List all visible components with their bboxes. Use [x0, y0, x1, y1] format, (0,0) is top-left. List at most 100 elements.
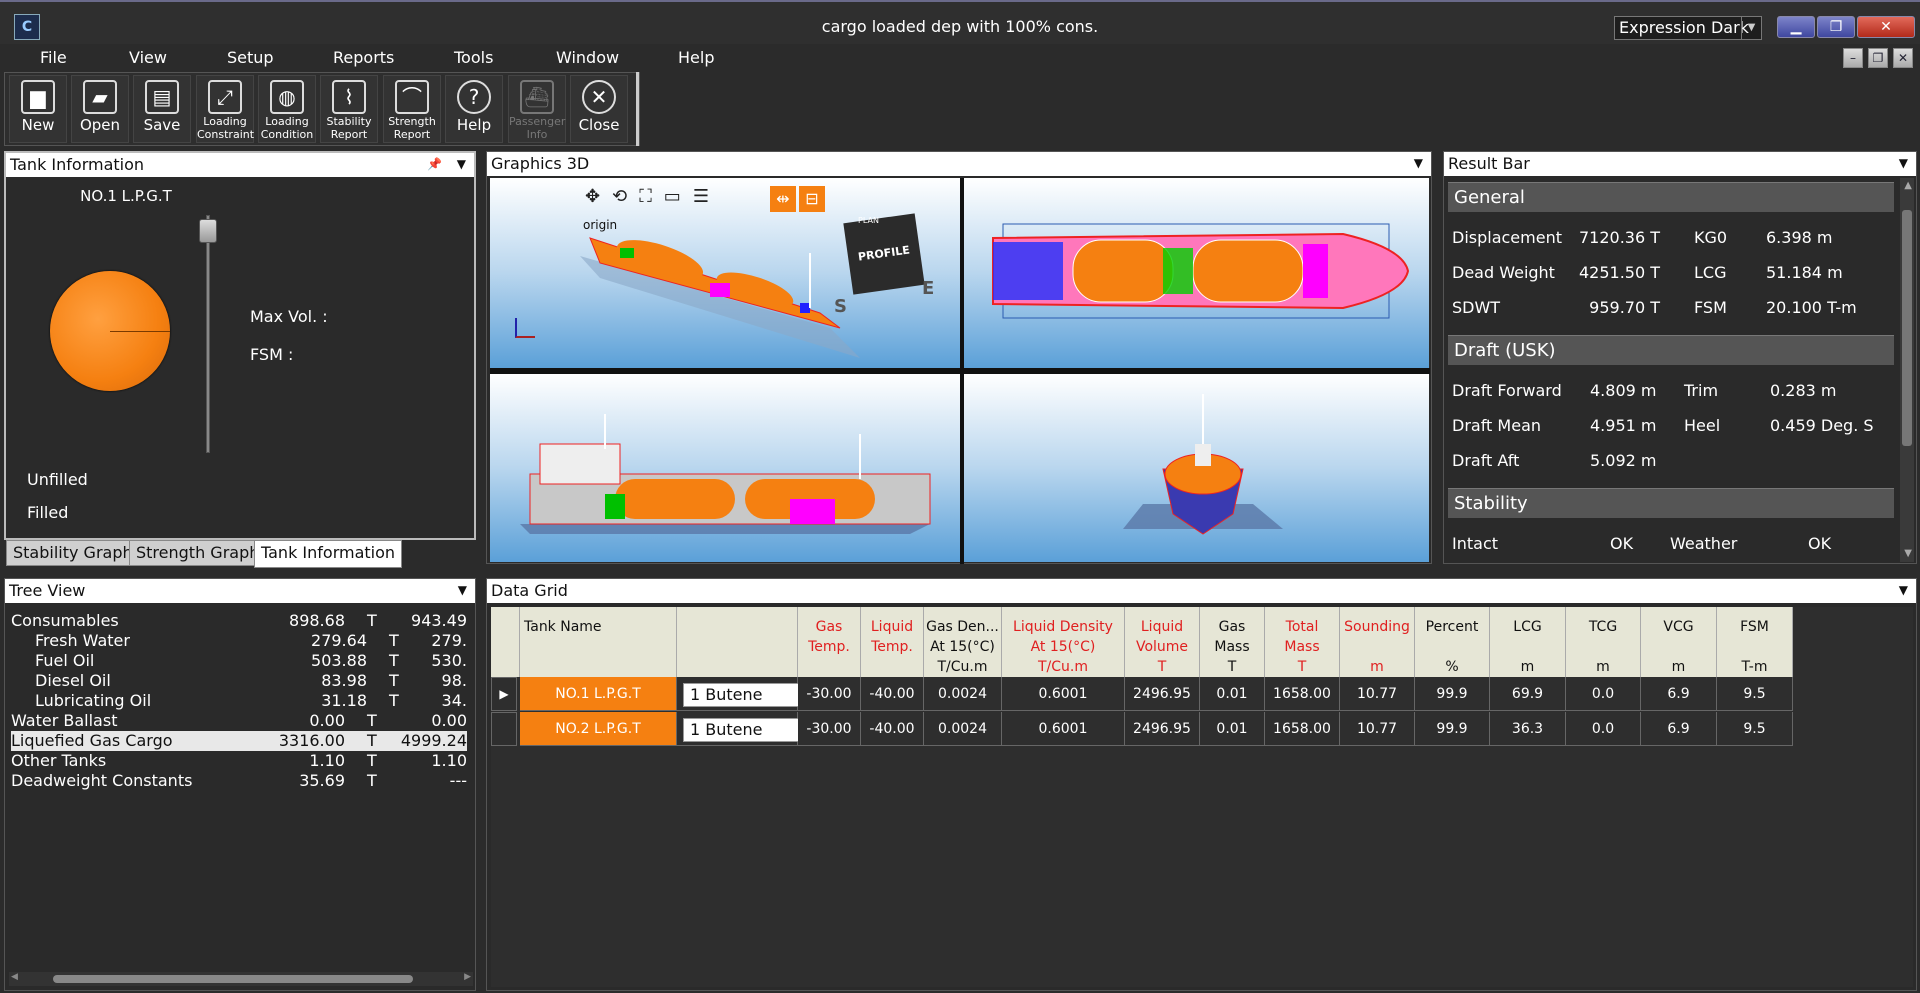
grid-cell[interactable]: 9.5 — [1717, 677, 1793, 711]
tree-item-water-ballast[interactable]: Water Ballast 0.00 T 0.00 — [11, 711, 467, 731]
chevron-down-icon[interactable]: ▼ — [457, 153, 466, 176]
grid-cell[interactable]: 9.5 — [1717, 712, 1793, 746]
tree-item-lubricating-oil[interactable]: Lubricating Oil 31.18 T 34. — [11, 691, 467, 711]
grid-column-header[interactable]: Percent % — [1415, 607, 1490, 677]
pan-icon[interactable]: ✥ — [585, 186, 612, 207]
grid-column-header[interactable]: Liquid Volume T — [1125, 607, 1200, 677]
save-button[interactable]: ▤ Save — [133, 75, 191, 143]
grid-column-header[interactable]: TCG m — [1566, 607, 1641, 677]
viewport-profile[interactable] — [490, 374, 960, 562]
grid-column-header[interactable] — [677, 607, 798, 677]
tree-item-fresh-water[interactable]: Fresh Water 279.64 T 279. — [11, 631, 467, 651]
close-button[interactable]: ✕ Close — [570, 75, 628, 143]
grid-column-header[interactable]: Liquid Temp. — [861, 607, 924, 677]
open-button[interactable]: ▰ Open — [71, 75, 129, 143]
tree-item-fuel-oil[interactable]: Fuel Oil 503.88 T 530. — [11, 651, 467, 671]
grid-column-header[interactable]: Liquid Density At 15(°C) T/Cu.m — [1002, 607, 1125, 677]
loading-constraint-button[interactable]: ⤢ Loading Constraint — [196, 75, 254, 143]
grid-cell[interactable]: -30.00 — [798, 712, 861, 746]
pin-icon[interactable]: 📌 — [427, 153, 442, 176]
section-icon[interactable]: ▭ — [664, 186, 693, 207]
theme-select[interactable]: Expression Dark ▼ — [1614, 16, 1762, 40]
grid-column-header[interactable]: Gas Temp. — [798, 607, 861, 677]
help-button[interactable]: ? Help — [445, 75, 503, 143]
grid-cell[interactable]: 0.6001 — [1002, 712, 1125, 746]
loading-condition-button[interactable]: ◍ Loading Condition — [258, 75, 316, 143]
fit-icon[interactable]: ⛶ — [639, 186, 664, 207]
tab-tank-information[interactable]: Tank Information — [254, 540, 403, 568]
grid-cell[interactable]: 0.6001 — [1002, 677, 1125, 711]
mdi-minimize-button[interactable]: – — [1843, 48, 1863, 68]
grid-row-header[interactable] — [491, 712, 517, 746]
grid-column-header[interactable]: Tank Name — [520, 607, 677, 677]
split-horizontal-icon[interactable]: ⇹ — [770, 186, 796, 212]
tree-item-diesel-oil[interactable]: Diesel Oil 83.98 T 98. — [11, 671, 467, 691]
scroll-down-icon[interactable]: ▼ — [1904, 548, 1912, 559]
chevron-down-icon[interactable]: ▼ — [1899, 579, 1908, 602]
viewport-front[interactable] — [963, 374, 1429, 562]
stability-report-button[interactable]: ⌇ Stability Report — [320, 75, 378, 143]
grid-column-header[interactable]: Total Mass T — [1265, 607, 1340, 677]
menu-setup[interactable]: Setup — [227, 48, 274, 67]
grid-cell[interactable]: 0.0 — [1566, 712, 1641, 746]
grid-column-header[interactable]: Gas Den... At 15(°C) T/Cu.m — [924, 607, 1002, 677]
grid-cell[interactable]: 69.9 — [1490, 677, 1566, 711]
viewport-plan[interactable] — [963, 178, 1429, 368]
tank-fill-slider-thumb[interactable] — [199, 219, 217, 243]
grid-column-header[interactable]: Gas Mass T — [1200, 607, 1265, 677]
minimize-button[interactable]: ▁ — [1777, 16, 1815, 38]
grid-cell[interactable]: 1658.00 — [1265, 677, 1340, 711]
maximize-button[interactable]: ❐ — [1817, 16, 1855, 38]
menu-help[interactable]: Help — [678, 48, 714, 67]
grid-column-header[interactable]: Sounding m — [1340, 607, 1415, 677]
grid-cell[interactable]: 0.01 — [1200, 677, 1265, 711]
grid-cell[interactable]: 99.9 — [1415, 677, 1490, 711]
split-vertical-icon[interactable]: ⊟ — [799, 186, 825, 212]
grid-cell[interactable]: 0.0024 — [924, 712, 1002, 746]
chevron-down-icon[interactable]: ▼ — [1741, 17, 1761, 39]
chevron-down-icon[interactable]: ▼ — [458, 579, 467, 602]
viewport-divider-horizontal[interactable] — [490, 368, 1430, 374]
mdi-close-button[interactable]: ✕ — [1893, 48, 1913, 68]
grid-cell[interactable]: 0.01 — [1200, 712, 1265, 746]
grid-cell[interactable]: 1658.00 — [1265, 712, 1340, 746]
grid-cell[interactable]: 0.0 — [1566, 677, 1641, 711]
scroll-up-icon[interactable]: ▲ — [1904, 180, 1912, 191]
tree-item-liquefied-gas-cargo[interactable]: Liquefied Gas Cargo 3316.00 T 4999.24 — [11, 731, 467, 751]
grid-cell[interactable]: 10.77 — [1340, 712, 1415, 746]
tab-stability-graph[interactable]: Stability Graph — [6, 540, 140, 566]
scroll-right-icon[interactable]: ▶ — [464, 972, 471, 982]
grid-column-header[interactable]: LCG m — [1490, 607, 1566, 677]
tank-name-cell[interactable]: NO.1 L.P.G.T — [520, 677, 677, 711]
menu-file[interactable]: File — [40, 48, 67, 67]
tab-strength-graph[interactable]: Strength Graph — [129, 540, 267, 566]
tank-name-cell[interactable]: NO.2 L.P.G.T — [520, 712, 677, 746]
grid-column-header[interactable]: FSM T-m — [1717, 607, 1793, 677]
menu-reports[interactable]: Reports — [333, 48, 394, 67]
view-cube[interactable]: PROFILE — [843, 213, 925, 295]
tree-scrollbar-thumb[interactable] — [53, 975, 413, 983]
grid-cell[interactable]: 10.77 — [1340, 677, 1415, 711]
grid-cell[interactable]: -40.00 — [861, 712, 924, 746]
grid-cell[interactable]: 0.0024 — [924, 677, 1002, 711]
grid-row-header[interactable]: ▶ — [491, 677, 517, 711]
grid-column-header[interactable]: VCG m — [1641, 607, 1717, 677]
grid-cell[interactable]: -40.00 — [861, 677, 924, 711]
grid-cell[interactable]: -30.00 — [798, 677, 861, 711]
grid-cell[interactable]: 36.3 — [1490, 712, 1566, 746]
grid-cell[interactable]: 2496.95 — [1125, 677, 1200, 711]
tree-horizontal-scrollbar[interactable]: ◀ ▶ — [9, 972, 473, 986]
menu-view[interactable]: View — [129, 48, 167, 67]
viewport-perspective[interactable]: origin ✥⟲⛶▭☰ ⇹ ⊟ PROFILE PLAN S E — [490, 178, 960, 368]
tree-item-deadweight-constants[interactable]: Deadweight Constants 35.69 T --- — [11, 771, 467, 791]
grid-cell[interactable]: 2496.95 — [1125, 712, 1200, 746]
chevron-down-icon[interactable]: ▼ — [1899, 152, 1908, 175]
new-button[interactable]: ▆ New — [9, 75, 67, 143]
strength-report-button[interactable]: ⌒ Strength Report — [383, 75, 441, 143]
tree-item-other-tanks[interactable]: Other Tanks 1.10 T 1.10 — [11, 751, 467, 771]
result-scrollbar-thumb[interactable] — [1902, 210, 1912, 446]
chevron-down-icon[interactable]: ▼ — [1414, 152, 1423, 175]
scroll-left-icon[interactable]: ◀ — [11, 972, 18, 982]
menu-window[interactable]: Window — [556, 48, 619, 67]
passenger-info-button[interactable]: ⛴ Passenger Info — [508, 75, 566, 143]
